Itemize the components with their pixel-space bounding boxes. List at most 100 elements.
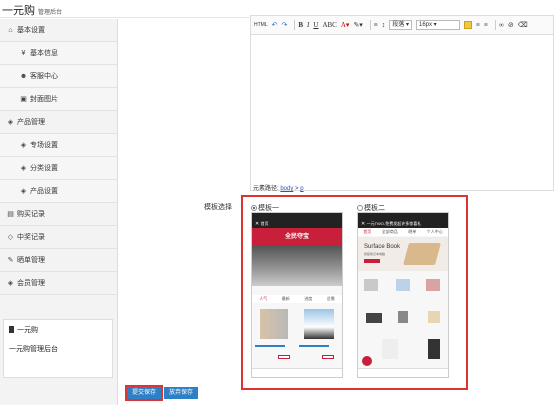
- sidebar-item[interactable]: ☻ 客服中心: [0, 65, 117, 88]
- status-bar: [358, 213, 448, 220]
- template-one-preview[interactable]: ✕ 首页 全民夺宝 人气 最新 进度 总需: [251, 212, 343, 378]
- brand-logo[interactable]: 一元购 管理后台: [2, 2, 62, 18]
- strikethrough-icon[interactable]: ABC: [322, 21, 336, 29]
- sidebar-item-label: 晒单管理: [17, 257, 45, 264]
- category-tabs: 首页 全部商品 晒单 个人中心: [358, 228, 448, 236]
- sidebar-item[interactable]: ⌂ 基本设置: [0, 19, 117, 42]
- product-image: [304, 309, 334, 339]
- sidebar-item[interactable]: ◈ 产品管理: [0, 111, 117, 134]
- product-image: [260, 309, 288, 339]
- status-bar: [252, 213, 342, 220]
- progress-bar: [299, 345, 329, 347]
- paragraph-format-select[interactable]: 段落 ▾: [389, 20, 412, 30]
- sidebar-item-label: 基本信息: [30, 50, 58, 57]
- sidebar-item[interactable]: ¥ 基本信息: [0, 42, 117, 65]
- sidebar-item[interactable]: ◇ 中奖记录: [0, 226, 117, 249]
- form-actions: 提交保存 放弃保存: [124, 385, 199, 401]
- laptop-image: [403, 243, 441, 265]
- product-image: [428, 339, 440, 359]
- sidebar-item[interactable]: ◈ 会员管理: [0, 272, 117, 295]
- image-icon: ▣: [20, 96, 27, 103]
- gift-icon: ◈: [20, 188, 27, 195]
- sidebar-item[interactable]: ✎ 晒单管理: [0, 249, 117, 272]
- promo-banner: 全民夺宝: [252, 228, 342, 246]
- font-color-icon[interactable]: A▾: [341, 21, 350, 29]
- underline-icon[interactable]: U: [313, 21, 318, 29]
- phone-nav: ✕ 首页: [252, 220, 342, 228]
- template-two-preview[interactable]: ✕ 一元TWO-免费发起许多惊喜礼 首页 全部商品 晒单 个人中心 Surfac…: [357, 212, 449, 378]
- edit-icon: ✎: [7, 257, 14, 264]
- banner-image: [252, 246, 342, 286]
- gift-icon: ◈: [20, 142, 27, 149]
- html-source-button[interactable]: HTML: [254, 22, 268, 28]
- home-icon: ⌂: [8, 26, 13, 34]
- sidebar-item-label: 中奖记录: [17, 234, 45, 241]
- product-image: [382, 339, 398, 359]
- sidebar-item-label: 封面图片: [30, 96, 58, 103]
- submit-save-button[interactable]: 提交保存: [124, 385, 164, 401]
- users-icon: ☻: [19, 72, 28, 80]
- rich-text-editor[interactable]: HTML ↶ ↷ B I U ABC A▾ ✎▾ ≡ ↕ 段落 ▾ 16px ▾…: [250, 15, 554, 191]
- phone-nav: ✕ 一元TWO-免费发起许多惊喜礼: [358, 220, 448, 228]
- sidebar-item[interactable]: ◈ 产品设置: [0, 180, 117, 203]
- link-icon[interactable]: ∞: [499, 21, 504, 29]
- sidebar-item[interactable]: ◈ 分类设置: [0, 157, 117, 180]
- brand-name: 一元购: [2, 5, 35, 17]
- element-path: 元素路径: body > p: [253, 186, 304, 192]
- cart-icon: [362, 356, 372, 366]
- font-size-select[interactable]: 16px ▾: [415, 20, 460, 30]
- bold-icon[interactable]: B: [298, 21, 303, 29]
- template-selector: 模板一 模板二 ✕ 首页 全民夺宝 人气 最新 进度 总需 ✕ 一元TWO-免费…: [241, 195, 468, 390]
- highlight-icon[interactable]: ✎▾: [353, 21, 362, 29]
- card-title: 一元购: [9, 325, 107, 335]
- radio-checked-icon: [251, 205, 257, 211]
- product-image: [366, 313, 382, 323]
- undo-icon[interactable]: ↶: [272, 21, 278, 29]
- sidebar-item[interactable]: ▤ 购买记录: [0, 203, 117, 226]
- product-image: [398, 311, 408, 323]
- brand-subtitle: 管理后台: [38, 10, 63, 16]
- sidebar-item-label: 分类设置: [30, 165, 58, 172]
- path-body-link[interactable]: body: [280, 186, 293, 192]
- promo-banner: Surface Book 终极笔记本电脑: [358, 237, 448, 271]
- gift-icon: ◈: [7, 119, 14, 126]
- unlink-icon[interactable]: ⊘: [508, 21, 514, 29]
- category-tabs: 人气 最新 进度 总需: [252, 295, 342, 303]
- product-image: [364, 279, 378, 291]
- gift-icon: ◈: [20, 165, 27, 172]
- align-left-icon[interactable]: [463, 21, 472, 29]
- align-right-icon[interactable]: ≡: [484, 21, 488, 29]
- sidebar-menu: ⌂ 基本设置 ¥ 基本信息 ☻ 客服中心 ▣ 封面图片 ◈ 产品管理 ◈ 专场设置 ◈ 分类设置 ◈ 产品设置…: [0, 19, 117, 295]
- editor-toolbar: HTML ↶ ↷ B I U ABC A▾ ✎▾ ≡ ↕ 段落 ▾ 16px ▾…: [251, 16, 553, 35]
- sidebar-item-label: 产品设置: [30, 188, 58, 195]
- sidebar-item-label: 产品管理: [17, 119, 45, 126]
- sidebar-item-label: 客服中心: [30, 73, 58, 80]
- card-subtitle: 一元购管理后台: [9, 346, 58, 353]
- list-icon[interactable]: ≡: [374, 21, 378, 29]
- gift-icon: ◈: [7, 280, 14, 287]
- progress-bar: [255, 345, 285, 347]
- sidebar-item[interactable]: ◈ 专场设置: [0, 134, 117, 157]
- banner-button: [364, 259, 380, 263]
- buy-button: [322, 355, 334, 359]
- align-center-icon[interactable]: ≡: [476, 21, 480, 29]
- discard-button[interactable]: 放弃保存: [164, 387, 199, 399]
- template-label: 模板选择: [204, 204, 232, 211]
- product-image: [426, 279, 440, 291]
- path-p-link[interactable]: p: [300, 186, 303, 192]
- sidebar-item-label: 基本设置: [17, 27, 45, 34]
- phone-tab-bar: [252, 368, 342, 377]
- product-image: [396, 279, 410, 291]
- buy-button: [278, 355, 290, 359]
- toolbar-divider: [494, 20, 496, 30]
- redo-icon[interactable]: ↷: [282, 21, 288, 29]
- sidebar-item-label: 会员管理: [17, 280, 45, 287]
- bookmark-icon: [9, 326, 14, 333]
- line-height-icon[interactable]: ↕: [382, 21, 386, 29]
- phone-tab-bar: [358, 368, 448, 377]
- toolbar-divider: [294, 20, 296, 30]
- italic-icon[interactable]: I: [307, 21, 309, 29]
- info-card: 一元购 一元购管理后台: [3, 319, 113, 378]
- eraser-icon[interactable]: ⌫: [518, 21, 528, 29]
- sidebar-item[interactable]: ▣ 封面图片: [0, 88, 117, 111]
